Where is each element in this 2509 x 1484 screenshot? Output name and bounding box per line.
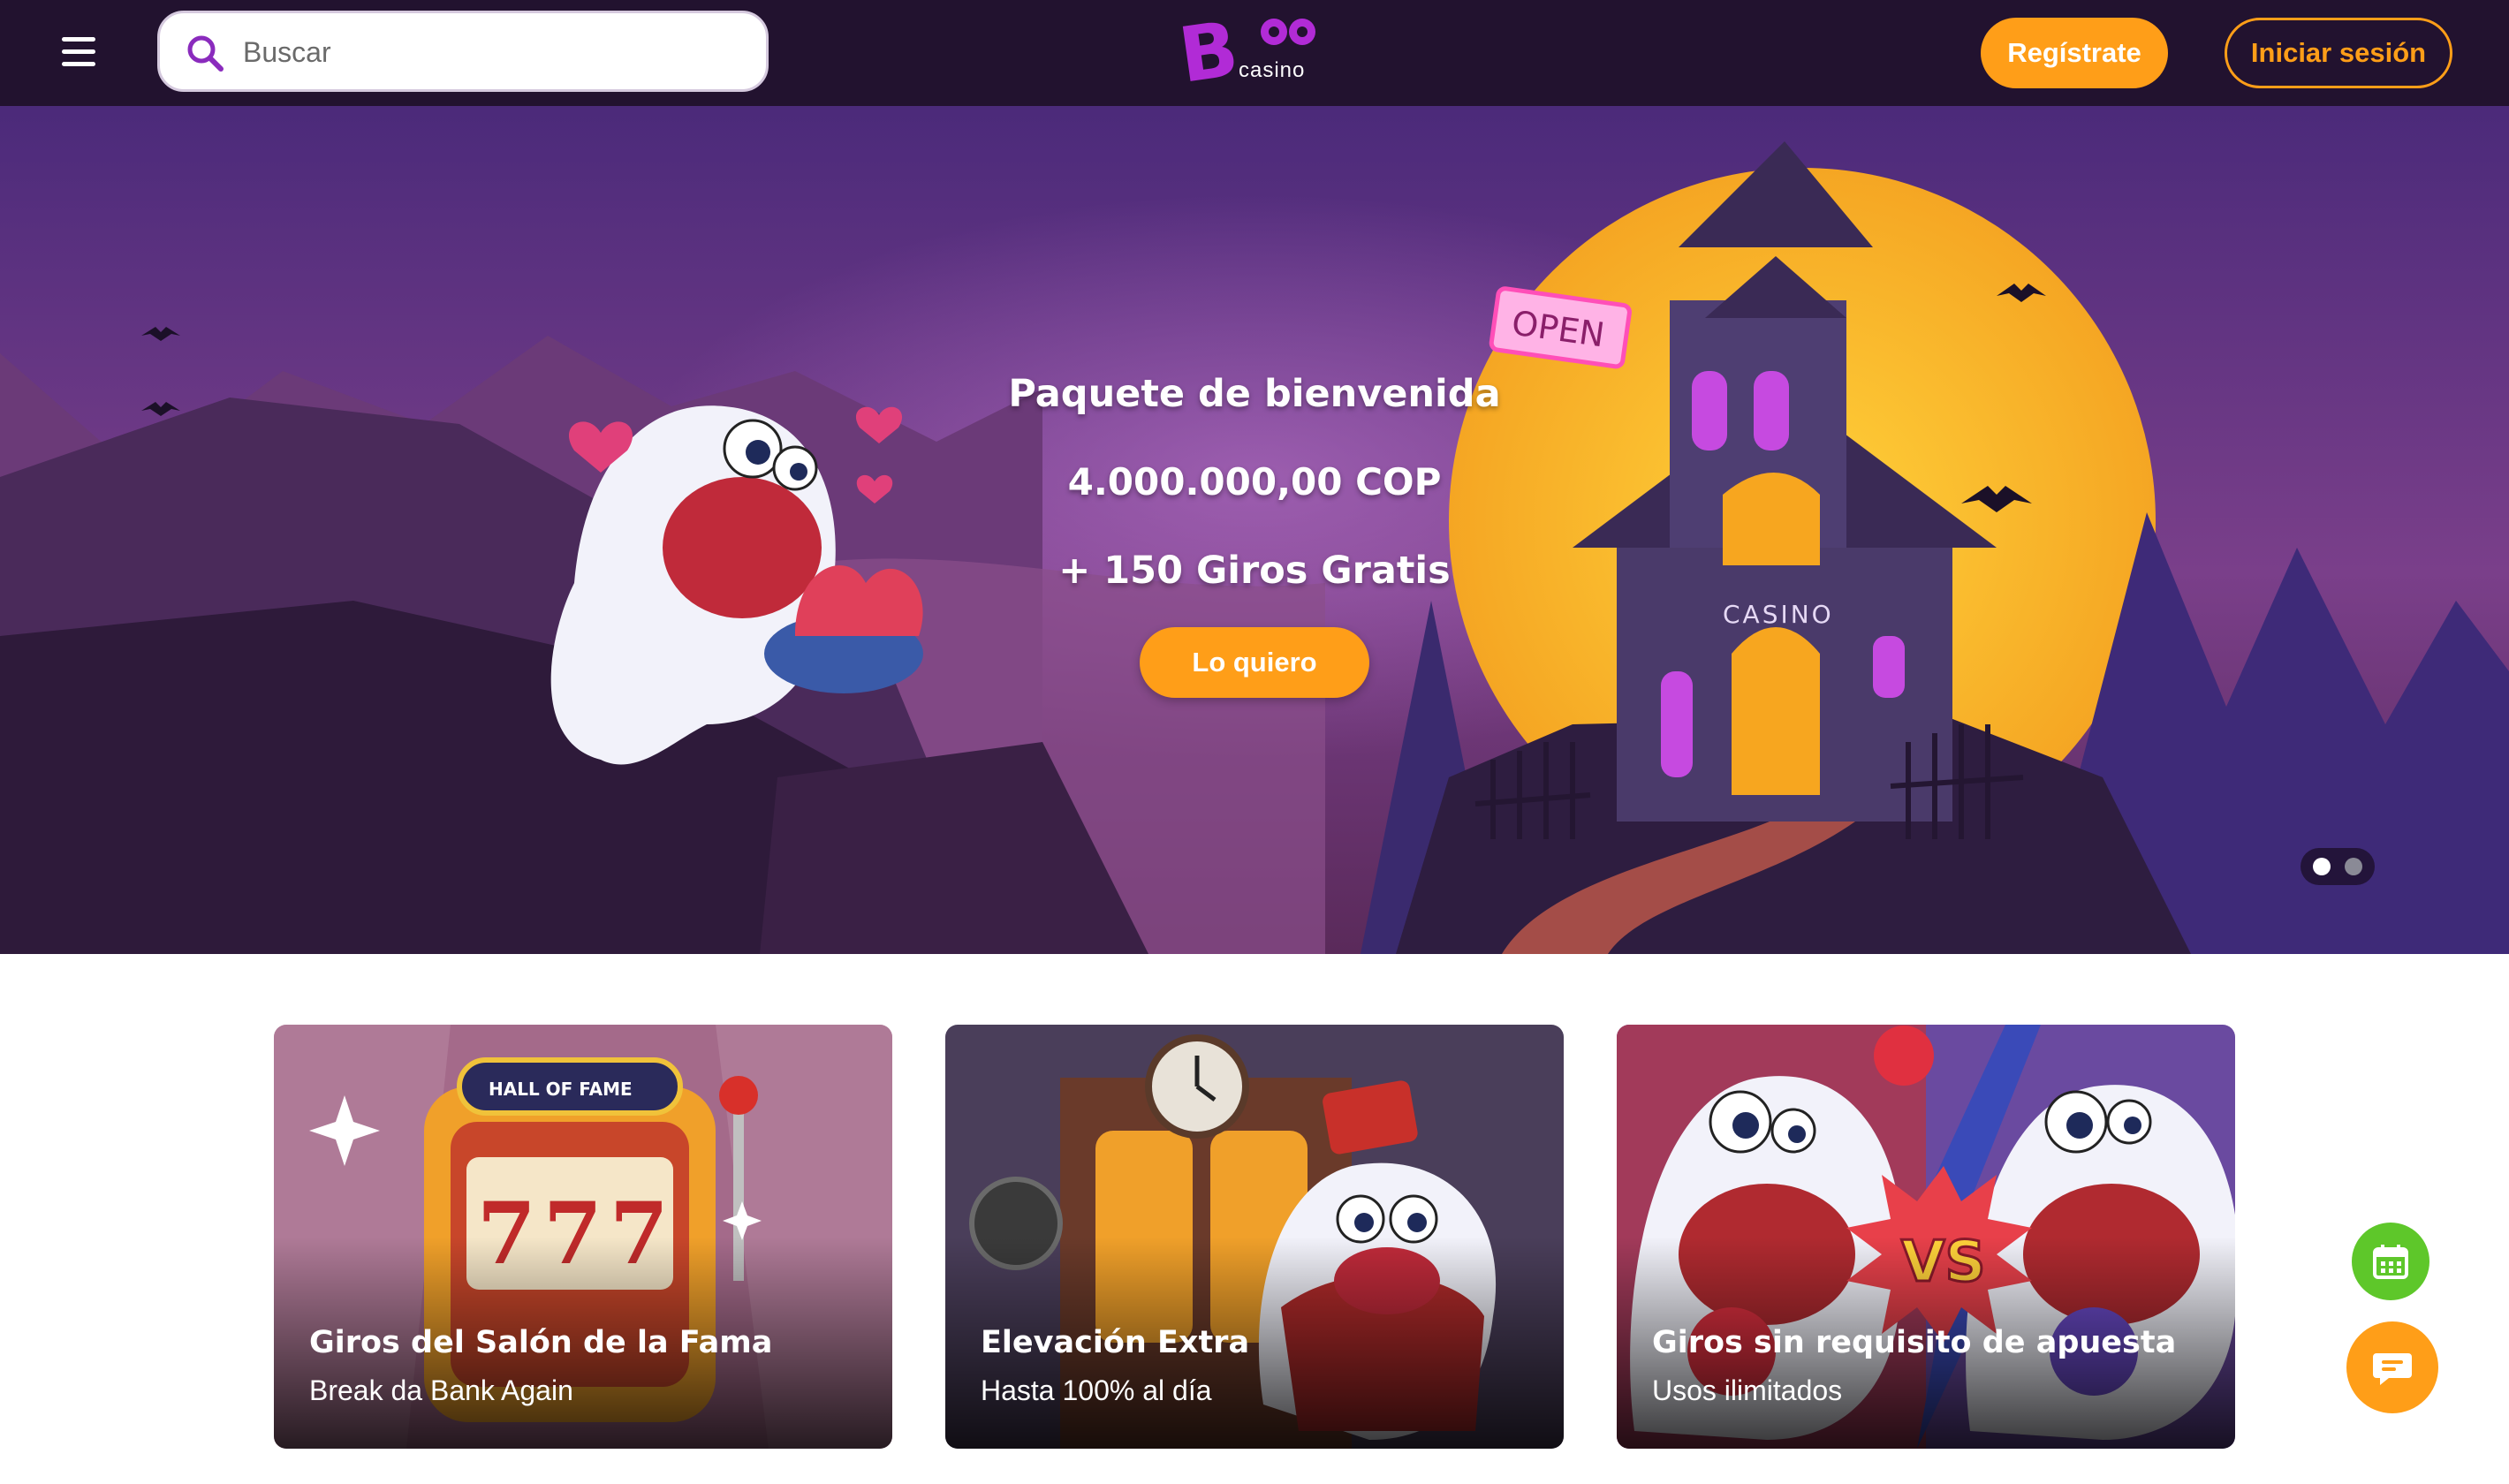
hero-free-spins: + 150 Giros Gratis [1058,549,1451,593]
logo-subtext: casino [1239,58,1306,82]
promo-subtitle: Usos ilimitados [1652,1374,1843,1406]
hamburger-menu-icon[interactable] [55,32,101,74]
search-input[interactable] [241,29,739,75]
house-casino-sign: CASINO [1723,600,1834,629]
carousel-dot-1[interactable] [2313,858,2331,875]
logo-letter-b: B [1179,12,1244,94]
calendar-button[interactable] [2352,1223,2429,1300]
promo-subtitle: Break da Bank Again [309,1374,573,1406]
promo-card-extra-boost[interactable]: Elevación Extra Hasta 100% al día [945,1025,1564,1449]
hero-title: Paquete de bienvenida [1008,372,1501,416]
hero-banner[interactable]: CASINO OPEN Paquete de bienvenida 4.000.… [0,106,2509,954]
promo-title: Giros del Salón de la Fama [309,1325,773,1360]
hero-cta-button[interactable]: Lo quiero [1140,627,1369,698]
search-bar[interactable] [157,11,769,92]
hall-of-fame-badge: HALL OF FAME [489,1079,633,1100]
carousel-indicator [2301,848,2375,885]
chat-support-button[interactable] [2346,1321,2438,1413]
promo-card-hall-of-fame[interactable]: HALL OF FAME 7 7 7 Giros del Salón de la… [274,1025,892,1449]
carousel-dot-2[interactable] [2345,858,2362,875]
promo-title: Elevación Extra [981,1325,1250,1360]
search-icon [187,35,224,72]
register-button[interactable]: Regístrate [1981,18,2168,88]
promo-card-no-wager-spins[interactable]: VS Giros sin requisito de apuesta Usos i… [1617,1025,2235,1449]
calendar-icon [2373,1245,2408,1279]
hero-bonus-amount: 4.000.000,00 COP [1067,460,1442,504]
login-button[interactable]: Iniciar sesión [2225,18,2452,88]
top-header: B casino Regístrate Iniciar sesión [0,0,2509,106]
promo-subtitle: Hasta 100% al día [981,1374,1212,1406]
hero-promo-text: Paquete de bienvenida 4.000.000,00 COP +… [989,350,1520,615]
chat-icon [2373,1353,2412,1385]
promo-title: Giros sin requisito de apuesta [1652,1325,2177,1360]
